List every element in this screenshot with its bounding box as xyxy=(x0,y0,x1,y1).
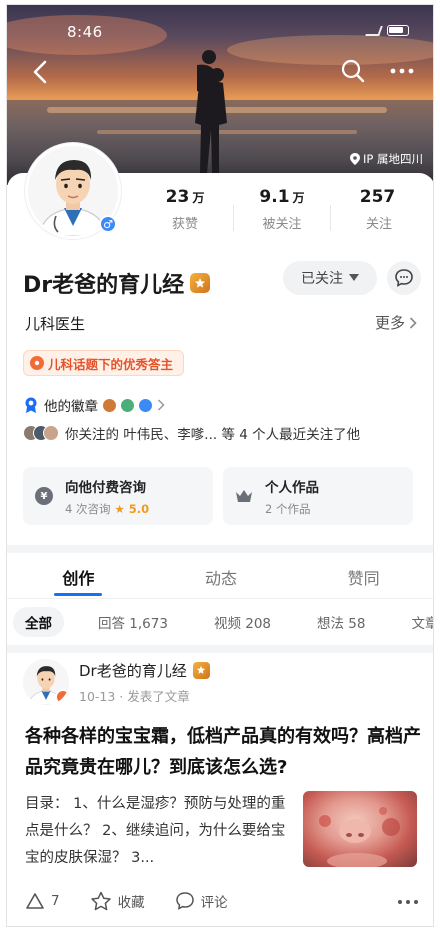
back-icon[interactable] xyxy=(27,57,53,87)
honor-badge[interactable]: 儿科话题下的优秀答主 xyxy=(23,350,185,376)
profile-name-text: Dr老爸的育儿经 xyxy=(23,273,185,298)
more-info-link[interactable]: 更多 xyxy=(375,312,417,333)
chat-bubble-icon xyxy=(395,269,413,287)
upvote-button[interactable]: 7 xyxy=(25,892,60,910)
battery-icon xyxy=(387,25,409,36)
father-child-silhouette xyxy=(195,50,227,173)
gender-male-icon: ♂ xyxy=(99,215,117,233)
collect-button[interactable]: 收藏 xyxy=(90,891,145,911)
message-button[interactable] xyxy=(387,261,421,295)
comment-icon xyxy=(175,892,194,910)
medals-row[interactable]: 他的徽章 xyxy=(23,395,165,415)
works-crown-icon xyxy=(235,487,253,505)
verified-badge-icon[interactable] xyxy=(190,273,211,293)
profile-role: 儿科医生 xyxy=(25,315,86,333)
medal-badge-icon xyxy=(103,398,116,412)
post-author-avatar[interactable] xyxy=(23,659,69,705)
filter-all[interactable]: 全部 xyxy=(13,607,64,637)
post-header[interactable]: Dr老爸的育儿经 10-13 · 发表了文章 xyxy=(23,659,210,705)
post-title[interactable]: 各种各样的宝宝霜，低档产品真的有效吗？高档产品究竟贵在哪儿？到底该怎么选? xyxy=(25,721,421,783)
post-actions: 7 收藏 评论 xyxy=(25,891,421,911)
tab-creation[interactable]: 创作 xyxy=(7,553,150,598)
mutual-avatars xyxy=(23,425,59,441)
honor-icon xyxy=(30,356,44,370)
filter-videos[interactable]: 视频 208 xyxy=(202,607,283,637)
stat-likes[interactable]: 23 万 获赞 xyxy=(137,187,233,232)
yuan-icon: ¥ xyxy=(35,487,53,505)
profile-name: Dr老爸的育儿经 xyxy=(23,267,211,299)
paid-consult-card[interactable]: ¥ 向他付费咨询 4 次咨询 ★ 5.0 xyxy=(23,467,213,525)
caret-down-icon xyxy=(349,274,359,281)
medal-icon xyxy=(25,397,37,413)
filter-articles[interactable]: 文章 xyxy=(400,607,434,637)
post-more-icon[interactable] xyxy=(397,893,419,909)
signal-icon xyxy=(365,25,383,36)
honor-icon xyxy=(55,689,69,705)
tab-activity[interactable]: 动态 xyxy=(150,553,293,598)
chevron-right-icon xyxy=(157,399,165,411)
followed-button[interactable]: 已关注 xyxy=(283,261,377,295)
post-thumbnail[interactable] xyxy=(303,791,417,867)
more-options-icon[interactable] xyxy=(387,57,417,85)
ip-location-text: IP 属地四川 xyxy=(363,152,423,166)
search-icon[interactable] xyxy=(339,57,367,85)
medal-badge-icon xyxy=(121,398,134,412)
mutual-follow-row[interactable]: 你关注的 叶伟民、李嗲... 等 4 个人最近关注了他 xyxy=(23,423,360,443)
tab-upvoted[interactable]: 赞同 xyxy=(292,553,433,598)
star-icon xyxy=(90,891,111,911)
upvote-triangle-icon xyxy=(26,893,44,909)
verified-badge-icon xyxy=(192,661,210,679)
comment-button[interactable]: 评论 xyxy=(175,891,228,911)
personal-works-card[interactable]: 个人作品 2 个作品 xyxy=(223,467,413,525)
medal-badge-icon xyxy=(139,398,152,412)
location-pin-icon xyxy=(350,153,361,165)
chevron-right-icon xyxy=(409,316,417,329)
profile-stats: 23 万 获赞 9.1 万 被关注 257 关注 xyxy=(137,187,427,232)
filter-answers[interactable]: 回答 1,673 xyxy=(86,607,180,637)
status-icons xyxy=(365,25,409,36)
content-tabs: 创作 动态 赞同 xyxy=(7,553,433,599)
post-meta: 10-13 · 发表了文章 xyxy=(79,688,190,704)
stat-following[interactable]: 257 关注 xyxy=(331,187,427,232)
post-excerpt[interactable]: 目录： 1、什么是湿疹？预防与处理的重点是什么？ 2、继续追问，为什么要给宝宝的… xyxy=(25,791,299,872)
status-time: 8:46 xyxy=(67,23,103,41)
section-gap xyxy=(7,645,433,653)
section-gap xyxy=(7,545,433,553)
ip-location: IP 属地四川 xyxy=(350,151,423,167)
profile-card: ♂ 23 万 获赞 9.1 万 被关注 257 关注 Dr老爸的育儿经 已关注 … xyxy=(7,143,433,545)
profile-screen: 8:46 IP 属地四川 ♂ 23 万 获赞 9.1 万 被关注 257 关注 … xyxy=(6,4,434,927)
post-author-name[interactable]: Dr老爸的育儿经 xyxy=(79,660,187,681)
filter-thoughts[interactable]: 想法 58 xyxy=(305,607,377,637)
stat-followers[interactable]: 9.1 万 被关注 xyxy=(234,187,330,232)
content-filters: 全部 回答 1,673 视频 208 想法 58 文章 xyxy=(13,605,434,639)
